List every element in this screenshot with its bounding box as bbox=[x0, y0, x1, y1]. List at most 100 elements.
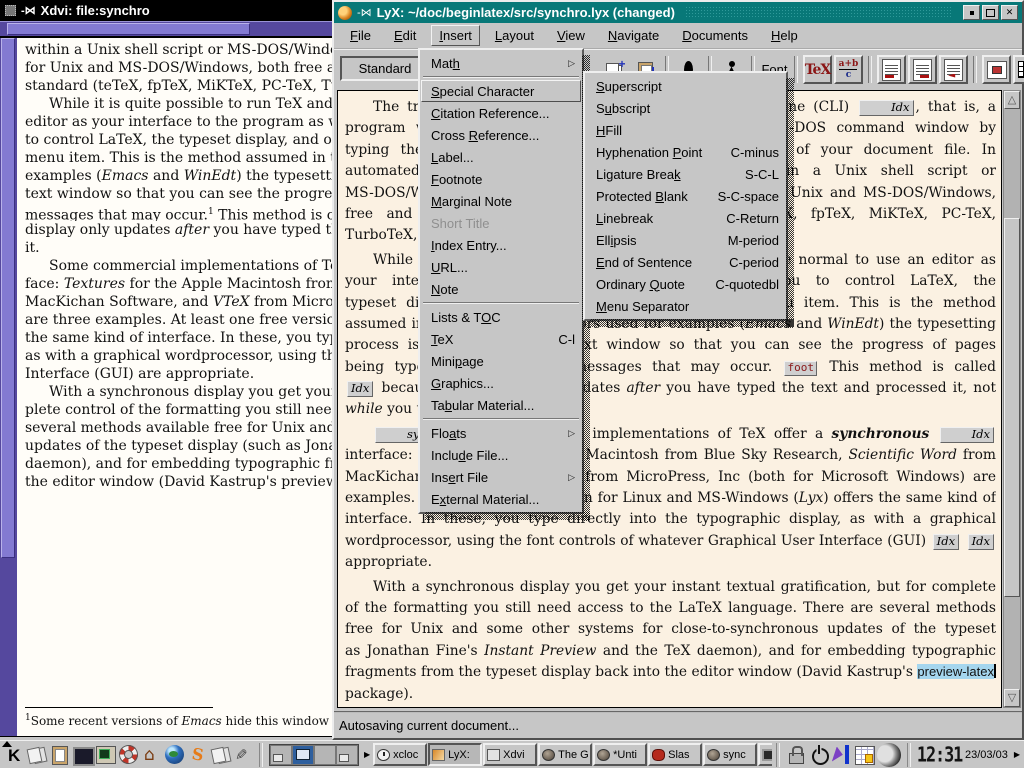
menu-item-menu-separator[interactable]: Menu Separator bbox=[586, 295, 785, 317]
calendar-icon[interactable] bbox=[853, 743, 876, 767]
help-icon[interactable] bbox=[117, 743, 140, 767]
paragraph-environment-button[interactable] bbox=[877, 55, 906, 84]
power-icon[interactable] bbox=[807, 743, 830, 767]
menu-item-ordinary-quote[interactable]: Ordinary QuoteC-quotedbl bbox=[586, 273, 785, 295]
pager-desktop-4[interactable] bbox=[336, 745, 358, 765]
menu-item-insert-file[interactable]: Insert File▷ bbox=[421, 466, 581, 488]
scroll-down-icon[interactable]: ▽ bbox=[1004, 689, 1020, 707]
menubar-item-view[interactable]: View bbox=[549, 25, 593, 46]
task-button-sync[interactable]: sync bbox=[703, 743, 757, 766]
idx-inset[interactable]: Idx bbox=[940, 427, 994, 443]
browser-icon[interactable] bbox=[163, 743, 186, 767]
menu-item-hfill[interactable]: HFill bbox=[586, 119, 785, 141]
panel-hide-arrow-icon[interactable]: ▶ bbox=[1014, 750, 1020, 759]
menu-item-include-file[interactable]: Include File... bbox=[421, 444, 581, 466]
lock-icon[interactable] bbox=[784, 743, 807, 767]
menu-item-url[interactable]: URL... bbox=[421, 256, 581, 278]
menu-item-protected-blank[interactable]: Protected BlankS-C-space bbox=[586, 185, 785, 207]
menu-item-footnote[interactable]: Footnote bbox=[421, 168, 581, 190]
scrollbar-thumb[interactable] bbox=[7, 23, 250, 35]
footnote-inset[interactable]: foot bbox=[784, 361, 817, 376]
menu-item-ligature-break[interactable]: Ligature BreakS-C-L bbox=[586, 163, 785, 185]
pin-icon[interactable]: -⋈ bbox=[21, 4, 36, 17]
taskbar-separator bbox=[259, 743, 263, 767]
task-button-slas[interactable]: Slas bbox=[648, 743, 702, 766]
lyx-titlebar[interactable]: -⋈ LyX: ~/doc/beginlatex/src/synchro.lyx… bbox=[334, 2, 1022, 23]
menubar-item-documents[interactable]: Documents bbox=[674, 25, 756, 46]
moon-phase-icon[interactable] bbox=[876, 743, 903, 767]
insert-figure-button[interactable] bbox=[982, 55, 1011, 84]
scrollbar-thumb[interactable] bbox=[1004, 218, 1020, 597]
menu-item-tex[interactable]: TeXC-l bbox=[421, 328, 581, 350]
menu-item-subscript[interactable]: Subscript bbox=[586, 97, 785, 119]
menu-item-external-material[interactable]: External Material... bbox=[421, 488, 581, 510]
menu-item-minipage[interactable]: Minipage bbox=[421, 350, 581, 372]
menu-item-floats[interactable]: Floats▷ bbox=[421, 422, 581, 444]
layout-combo[interactable]: Standard bbox=[340, 56, 430, 81]
menubar-item-insert[interactable]: Insert bbox=[431, 25, 480, 46]
clipboard-icon[interactable] bbox=[48, 743, 71, 767]
menu-item-math[interactable]: Math▷ bbox=[421, 52, 581, 74]
math-mode-button[interactable]: a+bc bbox=[834, 55, 863, 84]
insert-table-button[interactable] bbox=[1013, 55, 1024, 84]
menu-item-special-character[interactable]: Special Character bbox=[421, 80, 581, 102]
terminal-icon[interactable] bbox=[94, 743, 117, 767]
xdvi-vertical-scrollbar[interactable] bbox=[0, 38, 17, 736]
menu-item-linebreak[interactable]: LinebreakC-Return bbox=[586, 207, 785, 229]
menu-item-tabular-material[interactable]: Tabular Material... bbox=[421, 394, 581, 416]
menu-item-marginal-note[interactable]: Marginal Note bbox=[421, 190, 581, 212]
minimize-button[interactable] bbox=[963, 5, 980, 20]
task-button-unti[interactable]: *Unti bbox=[593, 743, 647, 766]
scroll-left-arrow-icon[interactable]: ▶ bbox=[364, 750, 370, 759]
menu-item-short-title[interactable]: Short Title bbox=[421, 212, 581, 234]
idx-inset[interactable]: Idx bbox=[933, 534, 959, 550]
pager-desktop-1[interactable] bbox=[270, 745, 292, 765]
maximize-button[interactable] bbox=[982, 5, 999, 20]
menu-item-ellipsis[interactable]: EllipsisM-period bbox=[586, 229, 785, 251]
menu-item-superscript[interactable]: Superscript bbox=[586, 75, 785, 97]
pin-icon[interactable]: -⋈ bbox=[357, 6, 372, 19]
menu-item-citation-reference[interactable]: Citation Reference... bbox=[421, 102, 581, 124]
scroll-up-icon[interactable]: △ bbox=[1004, 91, 1020, 109]
menu-item-lists-toc[interactable]: Lists & TOC bbox=[421, 306, 581, 328]
menu-item-hyphenation-point[interactable]: Hyphenation PointC-minus bbox=[586, 141, 785, 163]
menubar-item-help[interactable]: Help bbox=[763, 25, 806, 46]
task-button-pete[interactable]: pete bbox=[758, 743, 772, 766]
documents-icon[interactable] bbox=[209, 743, 232, 767]
file-manager-icon[interactable] bbox=[25, 743, 48, 767]
pager-desktop-3[interactable] bbox=[314, 745, 336, 765]
task-button-lyx[interactable]: LyX: bbox=[428, 743, 482, 766]
menu-item-index-entry[interactable]: Index Entry... bbox=[421, 234, 581, 256]
pager-desktop-2[interactable] bbox=[292, 745, 314, 765]
document-scrollbar[interactable]: △ ▽ bbox=[1003, 90, 1021, 708]
k-menu-button[interactable] bbox=[2, 743, 25, 767]
task-button-xdvi[interactable]: Xdvi bbox=[483, 743, 537, 766]
xdvi-horizontal-scrollbar[interactable] bbox=[0, 21, 333, 37]
task-button-the-g[interactable]: The G bbox=[538, 743, 592, 766]
menubar-item-layout[interactable]: Layout bbox=[487, 25, 542, 46]
screen-icon[interactable] bbox=[71, 743, 94, 767]
depth-increment-button[interactable] bbox=[908, 55, 937, 84]
idx-inset[interactable]: Idx bbox=[968, 534, 994, 550]
scrollbar-thumb[interactable] bbox=[1, 38, 15, 558]
menu-item-label[interactable]: Label... bbox=[421, 146, 581, 168]
editor-icon[interactable] bbox=[232, 743, 255, 767]
idx-inset[interactable]: Idx bbox=[347, 381, 373, 397]
menubar-item-file[interactable]: File bbox=[342, 25, 379, 46]
close-button[interactable]: ✕ bbox=[1001, 5, 1018, 20]
menu-item-cross-reference[interactable]: Cross Reference... bbox=[421, 124, 581, 146]
menubar-item-edit[interactable]: Edit bbox=[386, 25, 424, 46]
menu-item-note[interactable]: Note bbox=[421, 278, 581, 300]
paint-icon[interactable] bbox=[830, 743, 853, 767]
tex-mode-button[interactable]: TeX bbox=[803, 55, 832, 84]
idx-inset[interactable]: Idx bbox=[859, 100, 913, 116]
task-button-xcloc[interactable]: xcloc bbox=[373, 743, 427, 766]
menu-item-graphics[interactable]: Graphics... bbox=[421, 372, 581, 394]
home-icon[interactable] bbox=[140, 743, 163, 767]
kde-app-icon[interactable] bbox=[186, 743, 209, 767]
menu-item-end-of-sentence[interactable]: End of SentenceC-period bbox=[586, 251, 785, 273]
xdvi-titlebar[interactable]: -⋈ Xdvi: file:synchro bbox=[0, 0, 333, 21]
selected-text[interactable]: preview-latex bbox=[917, 664, 994, 679]
depth-decrement-button[interactable] bbox=[939, 55, 968, 84]
menubar-item-navigate[interactable]: Navigate bbox=[600, 25, 667, 46]
